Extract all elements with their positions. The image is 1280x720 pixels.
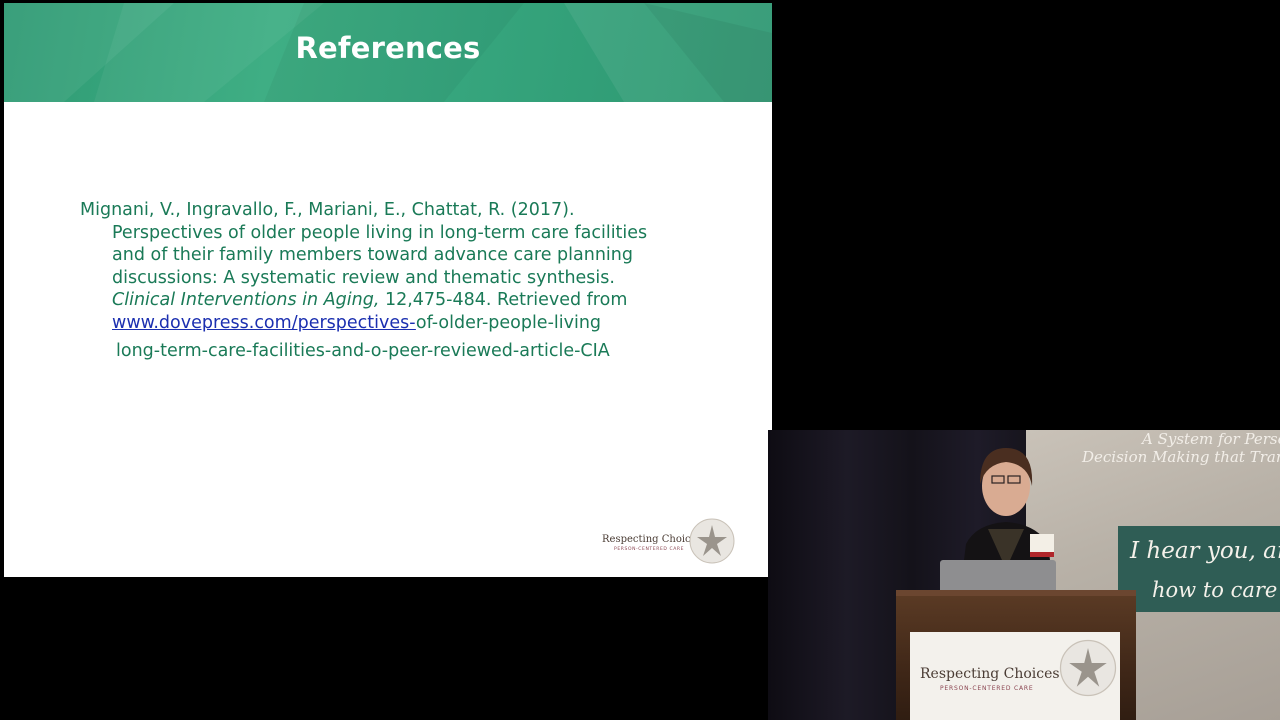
podium-logo-subtitle: PERSON-CENTERED CARE bbox=[940, 685, 1034, 692]
podium-logo-text: Respecting Choices bbox=[920, 666, 1060, 682]
speaker-video: A System for Person Decision Making that… bbox=[768, 430, 1280, 720]
respecting-choices-logo: Respecting Choices PERSON-CENTERED CARE bbox=[600, 515, 736, 569]
slide-title: References bbox=[295, 31, 481, 65]
banner-text-1: A System for Person bbox=[1142, 430, 1280, 448]
reference-journal-line: Clinical Interventions in Aging, 12,475-… bbox=[80, 289, 720, 312]
slide: References Mignani, V., Ingravallo, F., … bbox=[4, 3, 772, 577]
presentation-stage: References Mignani, V., Ingravallo, F., … bbox=[0, 0, 1280, 720]
reference-url-continued: of-older-people-living bbox=[415, 312, 602, 333]
reference-url-line: www.dovepress.com/perspectives-of-older-… bbox=[80, 312, 720, 335]
banner-text-3: I hear you, and n bbox=[1130, 538, 1280, 564]
reference-url-tail: long-term-care-facilities-and-o-peer-rev… bbox=[116, 341, 610, 361]
reference-journal: Clinical Interventions in Aging, bbox=[112, 290, 380, 310]
reference-title-line-3: discussions: A systematic review and the… bbox=[112, 267, 615, 288]
logo-subtitle: PERSON-CENTERED CARE bbox=[614, 547, 685, 552]
reference-title-line-2: and of their family members toward advan… bbox=[112, 245, 633, 265]
slide-header: References bbox=[4, 3, 772, 102]
starfish-icon bbox=[689, 518, 735, 564]
banner-text-2: Decision Making that Tran bbox=[1082, 448, 1280, 466]
logo-name: Respecting Choices bbox=[602, 534, 702, 545]
banner-text-4: how to care fo bbox=[1152, 578, 1280, 602]
reference-title-line-1: Perspectives of older people living in l… bbox=[112, 222, 648, 243]
reference-link[interactable]: www.dovepress.com/perspectives- bbox=[112, 313, 416, 333]
reference-volume-pages: 12,475-484. Retrieved from bbox=[379, 290, 628, 310]
reference-authors: Mignani, V., Ingravallo, F., Mariani, E.… bbox=[80, 200, 575, 220]
reference-entry: Mignani, V., Ingravallo, F., Mariani, E.… bbox=[80, 199, 720, 363]
podium-starfish-icon bbox=[1059, 639, 1117, 697]
